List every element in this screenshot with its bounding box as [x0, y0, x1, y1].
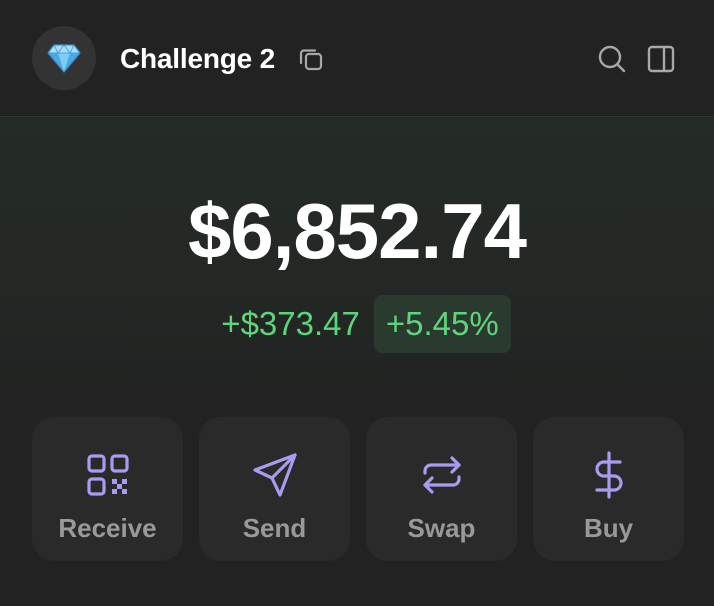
search-icon	[598, 45, 626, 73]
total-balance: $6,852.74	[187, 187, 527, 275]
balance-change: +$373.47 +5.45%	[0, 295, 714, 353]
side-panel-button[interactable]	[644, 42, 678, 76]
swap-label: Swap	[407, 513, 476, 543]
send-label: Send	[242, 513, 307, 543]
account-name[interactable]: Challenge 2	[120, 43, 275, 75]
search-button[interactable]	[595, 42, 629, 76]
receive-button[interactable]: Receive	[32, 417, 183, 561]
swap-button[interactable]: Swap	[366, 417, 517, 561]
wallet-screen: Challenge 2 $6,852.74 +$373.47 +5.45% Re…	[0, 0, 714, 606]
buy-button[interactable]: Buy	[533, 417, 684, 561]
copy-address-button[interactable]	[296, 44, 326, 74]
send-button[interactable]: Send	[199, 417, 350, 561]
action-buttons: Receive Send Swap Buy	[32, 417, 684, 561]
account-avatar[interactable]	[32, 26, 96, 90]
swap-icon	[422, 456, 461, 494]
change-value: +$373.47	[221, 305, 360, 342]
qr-code-icon	[86, 454, 129, 496]
gem-icon	[47, 44, 81, 73]
dollar-icon	[594, 451, 623, 499]
change-percent-badge: +5.45%	[373, 295, 511, 353]
buy-label: Buy	[583, 513, 634, 543]
header: Challenge 2	[0, 0, 714, 117]
balance-section: $6,852.74 +$373.47 +5.45%	[0, 118, 714, 418]
side-panel-icon	[647, 45, 675, 73]
receive-label: Receive	[58, 513, 157, 543]
send-icon	[252, 453, 297, 497]
copy-icon	[299, 49, 323, 71]
